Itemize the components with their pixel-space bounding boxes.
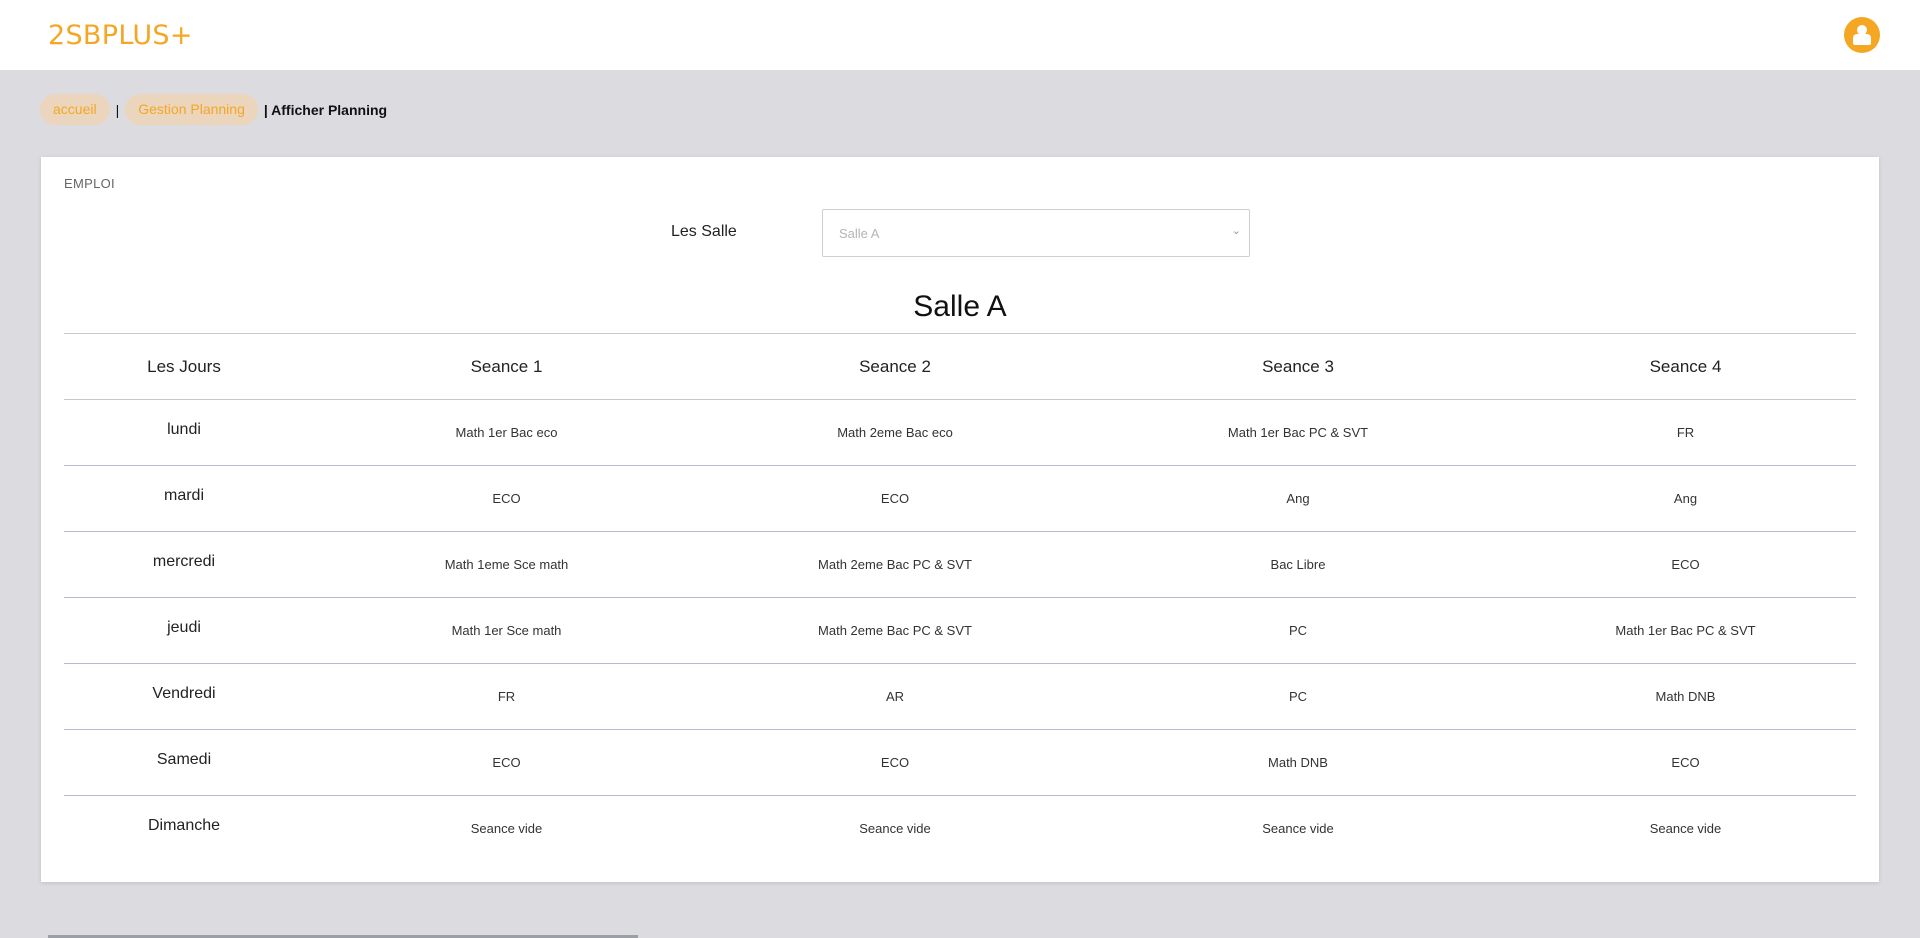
table-row: mercredi Math 1eme Sce math Math 2eme Ba… bbox=[64, 532, 1856, 598]
day-cell: Vendredi bbox=[152, 684, 216, 702]
column-header: Les Jours bbox=[64, 333, 304, 400]
table-row: Dimanche Seance vide Seance vide Seance … bbox=[64, 796, 1856, 862]
seance-cell: ECO bbox=[1671, 755, 1700, 770]
table-row: Samedi ECO ECO Math DNB ECO bbox=[64, 730, 1856, 796]
salle-filter-label: Les Salle bbox=[671, 223, 737, 240]
seance-cell: Bac Libre bbox=[1270, 557, 1326, 572]
seance-cell: Math 2eme Bac PC & SVT bbox=[818, 623, 972, 638]
seance-cell: Math 1er Bac PC & SVT bbox=[1615, 623, 1756, 638]
seance-cell: Math 1er Bac eco bbox=[455, 425, 558, 440]
salle-select[interactable]: Salle A ⌄ bbox=[822, 209, 1250, 257]
breadcrumb-home-link[interactable]: accueil bbox=[40, 94, 110, 125]
day-cell: lundi bbox=[167, 420, 201, 438]
seance-cell: Math 2eme Bac PC & SVT bbox=[818, 557, 972, 572]
day-cell: Samedi bbox=[156, 750, 212, 768]
table-row: lundi Math 1er Bac eco Math 2eme Bac eco… bbox=[64, 400, 1856, 466]
seance-cell: Ang bbox=[1673, 491, 1698, 506]
day-cell: mardi bbox=[163, 486, 204, 504]
seance-cell: ECO bbox=[492, 491, 521, 506]
brand-logo[interactable]: 2SBPLUS+ bbox=[48, 20, 193, 51]
seance-cell: ECO bbox=[492, 755, 521, 770]
table-row: jeudi Math 1er Sce math Math 2eme Bac PC… bbox=[64, 598, 1856, 664]
day-cell: Dimanche bbox=[147, 816, 221, 834]
salle-heading: Salle A bbox=[913, 290, 1007, 323]
seance-cell: ECO bbox=[1671, 557, 1700, 572]
day-cell: mercredi bbox=[152, 552, 216, 570]
seance-cell: Ang bbox=[1286, 491, 1310, 506]
top-navbar: 2SBPLUS+ bbox=[0, 0, 1920, 70]
seance-cell: FR bbox=[497, 689, 516, 704]
seance-cell: Seance vide bbox=[859, 821, 931, 837]
breadcrumb: accueil | Gestion Planning | Afficher Pl… bbox=[40, 94, 387, 125]
seance-cell: FR bbox=[1676, 425, 1695, 440]
schedule-table: Les Jours Seance 1 Seance 2 Seance 3 Sea… bbox=[64, 333, 1856, 862]
seance-cell: PC bbox=[1288, 689, 1308, 704]
salle-select-value: Salle A bbox=[839, 226, 880, 241]
seance-cell: Math 1er Sce math bbox=[451, 623, 562, 638]
seance-cell: Math DNB bbox=[1268, 755, 1328, 770]
seance-cell: Seance vide bbox=[470, 821, 543, 837]
seance-cell: Math 2eme Bac eco bbox=[837, 425, 953, 440]
breadcrumb-current: | Afficher Planning bbox=[263, 101, 388, 118]
seance-cell: AR bbox=[885, 689, 905, 704]
planning-card: EMPLOI Les Salle Salle A ⌄ Salle A Les J… bbox=[41, 157, 1879, 882]
seance-cell: Math 1eme Sce math bbox=[444, 557, 569, 572]
user-icon-body bbox=[1853, 34, 1871, 45]
seance-cell: PC bbox=[1288, 623, 1308, 638]
table-header-row: Les Jours Seance 1 Seance 2 Seance 3 Sea… bbox=[64, 333, 1856, 400]
column-header: Seance 2 bbox=[709, 333, 1081, 400]
column-header: Seance 1 bbox=[304, 333, 709, 400]
breadcrumb-gestion-planning-link[interactable]: Gestion Planning bbox=[125, 94, 258, 125]
seance-cell: ECO bbox=[880, 491, 910, 506]
card-title: EMPLOI bbox=[64, 176, 115, 191]
chevron-down-icon: ⌄ bbox=[1231, 225, 1241, 237]
user-icon[interactable] bbox=[1844, 17, 1880, 53]
column-header: Seance 3 bbox=[1081, 333, 1515, 400]
table-row: mardi ECO ECO Ang Ang bbox=[64, 466, 1856, 532]
seance-cell: Seance vide bbox=[1649, 821, 1722, 837]
seance-cell: Math 1er Bac PC & SVT bbox=[1227, 425, 1369, 440]
table-row: Vendredi FR AR PC Math DNB bbox=[64, 664, 1856, 730]
seance-cell: Seance vide bbox=[1262, 821, 1334, 837]
day-cell: jeudi bbox=[167, 618, 201, 636]
seance-cell: ECO bbox=[880, 755, 910, 770]
breadcrumb-separator: | bbox=[115, 101, 120, 118]
column-header: Seance 4 bbox=[1515, 333, 1856, 400]
seance-cell: Math DNB bbox=[1655, 689, 1716, 704]
